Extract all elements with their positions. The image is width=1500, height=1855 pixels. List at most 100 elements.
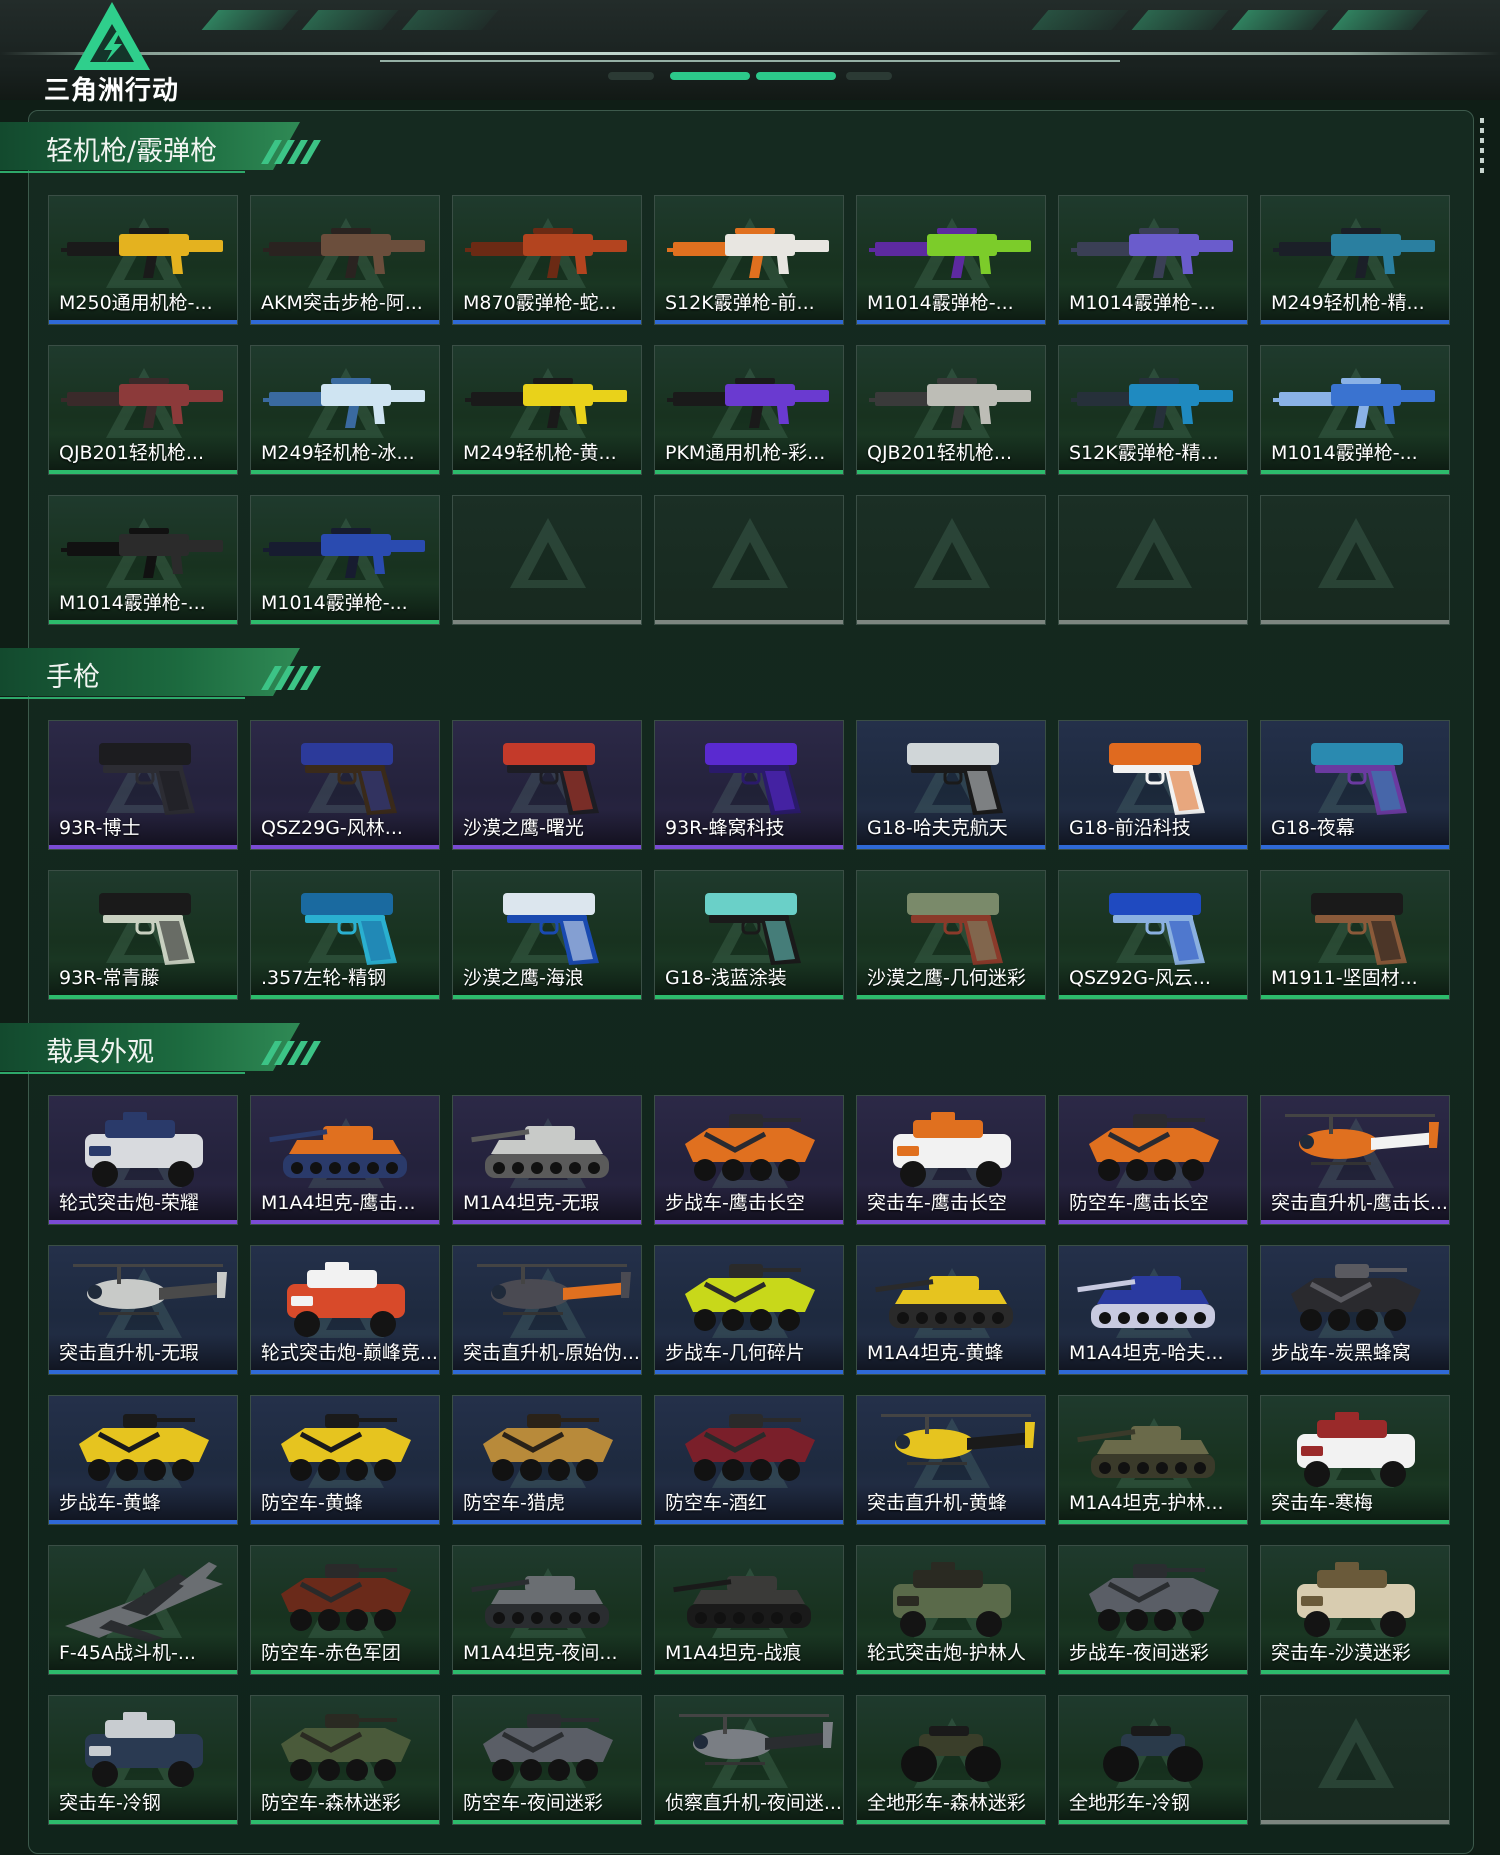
rarity-bar bbox=[857, 1520, 1045, 1524]
rarity-bar bbox=[1261, 1370, 1449, 1374]
item-card[interactable]: M1A4坦克-无瑕 bbox=[452, 1095, 642, 1225]
item-label: 突击车-鹰击长空 bbox=[867, 1192, 1007, 1214]
gun-skin-icon bbox=[263, 528, 425, 578]
gun-skin-icon bbox=[1273, 378, 1435, 428]
item-card[interactable]: M870霰弹枪-蛇... bbox=[452, 195, 642, 325]
item-card[interactable]: M250通用机枪-... bbox=[48, 195, 238, 325]
item-card[interactable]: M1014霰弹枪-... bbox=[1058, 195, 1248, 325]
item-card[interactable]: 轮式突击炮-巅峰竞... bbox=[250, 1245, 440, 1375]
item-card[interactable]: M1A4坦克-哈夫... bbox=[1058, 1245, 1248, 1375]
item-card[interactable]: M1014霰弹枪-... bbox=[856, 195, 1046, 325]
scroll-indicator[interactable] bbox=[1480, 118, 1484, 176]
item-card[interactable]: 防空车-夜间迷彩 bbox=[452, 1695, 642, 1825]
item-card[interactable]: AKM突击步枪-阿... bbox=[250, 195, 440, 325]
item-card[interactable]: 突击直升机-鹰击长... bbox=[1260, 1095, 1450, 1225]
item-card[interactable]: 防空车-酒红 bbox=[654, 1395, 844, 1525]
item-card[interactable]: M1A4坦克-战痕 bbox=[654, 1545, 844, 1675]
item-card[interactable]: 沙漠之鹰-曙光 bbox=[452, 720, 642, 850]
gun-skin-icon bbox=[61, 528, 223, 578]
item-card[interactable]: 突击直升机-黄蜂 bbox=[856, 1395, 1046, 1525]
item-card[interactable]: 防空车-黄蜂 bbox=[250, 1395, 440, 1525]
item-card[interactable]: 突击直升机-原始伪... bbox=[452, 1245, 642, 1375]
item-card[interactable]: G18-前沿科技 bbox=[1058, 720, 1248, 850]
item-card[interactable]: 突击车-寒梅 bbox=[1260, 1395, 1450, 1525]
item-card[interactable]: M1911-坚固材... bbox=[1260, 870, 1450, 1000]
rarity-bar bbox=[1059, 470, 1247, 474]
item-card[interactable]: 防空车-鹰击长空 bbox=[1058, 1095, 1248, 1225]
item-card[interactable]: G18-哈夫克航天 bbox=[856, 720, 1046, 850]
gun-skin-icon bbox=[667, 378, 829, 428]
item-label: M1A4坦克-哈夫... bbox=[1069, 1342, 1224, 1364]
rarity-bar bbox=[1059, 620, 1247, 624]
item-card[interactable]: 突击车-冷钢 bbox=[48, 1695, 238, 1825]
item-card[interactable]: M1014霰弹枪-... bbox=[1260, 345, 1450, 475]
item-card[interactable]: 防空车-猎虎 bbox=[452, 1395, 642, 1525]
gun-skin-icon bbox=[1273, 228, 1435, 278]
item-card[interactable]: PKM通用机枪-彩... bbox=[654, 345, 844, 475]
item-card[interactable]: S12K霰弹枪-精... bbox=[1058, 345, 1248, 475]
item-card[interactable]: 防空车-森林迷彩 bbox=[250, 1695, 440, 1825]
item-card[interactable]: 突击直升机-无瑕 bbox=[48, 1245, 238, 1375]
item-card[interactable]: 轮式突击炮-护林人 bbox=[856, 1545, 1046, 1675]
item-card[interactable]: 轮式突击炮-荣耀 bbox=[48, 1095, 238, 1225]
item-label: 防空车-猎虎 bbox=[463, 1492, 565, 1514]
item-card[interactable]: QSZ92G-风云... bbox=[1058, 870, 1248, 1000]
jet-skin-icon bbox=[65, 1562, 223, 1642]
item-card[interactable]: M249轻机枪-黄... bbox=[452, 345, 642, 475]
item-card[interactable]: 步战车-黄蜂 bbox=[48, 1395, 238, 1525]
item-card[interactable]: M249轻机枪-精... bbox=[1260, 195, 1450, 325]
item-card[interactable]: M1A4坦克-夜间... bbox=[452, 1545, 642, 1675]
item-label-bg: M1014霰弹枪-... bbox=[1261, 434, 1449, 470]
section-header: 载具外观 bbox=[0, 1023, 330, 1075]
atv-skin-icon bbox=[901, 1726, 1001, 1782]
item-card[interactable]: 沙漠之鹰-海浪 bbox=[452, 870, 642, 1000]
tank-skin-icon bbox=[1077, 1276, 1215, 1328]
item-card[interactable]: 防空车-赤色军团 bbox=[250, 1545, 440, 1675]
item-label: 步战车-炭黑蜂窝 bbox=[1271, 1342, 1411, 1364]
item-label: 防空车-夜间迷彩 bbox=[463, 1792, 603, 1814]
item-card[interactable]: 步战车-夜间迷彩 bbox=[1058, 1545, 1248, 1675]
item-label: M249轻机枪-精... bbox=[1271, 292, 1425, 314]
item-card[interactable]: M249轻机枪-冰... bbox=[250, 345, 440, 475]
rarity-bar bbox=[453, 1220, 641, 1224]
item-card[interactable]: QJB201轻机枪... bbox=[856, 345, 1046, 475]
item-card[interactable]: 突击车-沙漠迷彩 bbox=[1260, 1545, 1450, 1675]
rarity-bar bbox=[453, 320, 641, 324]
item-card[interactable]: 步战车-几何碎片 bbox=[654, 1245, 844, 1375]
item-card[interactable]: .357左轮-精钢 bbox=[250, 870, 440, 1000]
item-card[interactable]: F-45A战斗机-... bbox=[48, 1545, 238, 1675]
item-card[interactable]: 突击车-鹰击长空 bbox=[856, 1095, 1046, 1225]
item-card[interactable]: M1A4坦克-黄蜂 bbox=[856, 1245, 1046, 1375]
item-card[interactable]: 93R-博士 bbox=[48, 720, 238, 850]
item-label-bg: M870霰弹枪-蛇... bbox=[453, 284, 641, 320]
item-label: F-45A战斗机-... bbox=[59, 1642, 196, 1664]
rarity-bar bbox=[857, 470, 1045, 474]
item-card[interactable]: QSZ29G-风林... bbox=[250, 720, 440, 850]
item-card[interactable]: M1A4坦克-鹰击... bbox=[250, 1095, 440, 1225]
rarity-bar bbox=[857, 995, 1045, 999]
item-card[interactable]: 步战车-鹰击长空 bbox=[654, 1095, 844, 1225]
gun-skin-icon bbox=[869, 228, 1031, 278]
item-card[interactable]: 93R-蜂窝科技 bbox=[654, 720, 844, 850]
item-card[interactable]: G18-夜幕 bbox=[1260, 720, 1450, 850]
header-divider-inner bbox=[380, 60, 1120, 62]
item-card[interactable]: M1014霰弹枪-... bbox=[250, 495, 440, 625]
item-card[interactable]: M1A4坦克-护林... bbox=[1058, 1395, 1248, 1525]
item-card[interactable]: 侦察直升机-夜间迷... bbox=[654, 1695, 844, 1825]
item-card[interactable]: S12K霰弹枪-前... bbox=[654, 195, 844, 325]
item-card[interactable]: 沙漠之鹰-几何迷彩 bbox=[856, 870, 1046, 1000]
item-label: 防空车-赤色军团 bbox=[261, 1642, 401, 1664]
item-label: M1014霰弹枪-... bbox=[59, 592, 206, 614]
item-card[interactable]: 步战车-炭黑蜂窝 bbox=[1260, 1245, 1450, 1375]
item-label-bg: M1014霰弹枪-... bbox=[49, 584, 237, 620]
section-title: 载具外观 bbox=[46, 1037, 154, 1068]
item-label: 突击车-寒梅 bbox=[1271, 1492, 1373, 1514]
item-label-bg: 93R-常青藤 bbox=[49, 959, 237, 995]
item-card[interactable]: 全地形车-冷钢 bbox=[1058, 1695, 1248, 1825]
empty-item-slot bbox=[654, 495, 844, 625]
item-card[interactable]: M1014霰弹枪-... bbox=[48, 495, 238, 625]
item-card[interactable]: 93R-常青藤 bbox=[48, 870, 238, 1000]
item-card[interactable]: QJB201轻机枪... bbox=[48, 345, 238, 475]
item-card[interactable]: 全地形车-森林迷彩 bbox=[856, 1695, 1046, 1825]
item-card[interactable]: G18-浅蓝涂装 bbox=[654, 870, 844, 1000]
